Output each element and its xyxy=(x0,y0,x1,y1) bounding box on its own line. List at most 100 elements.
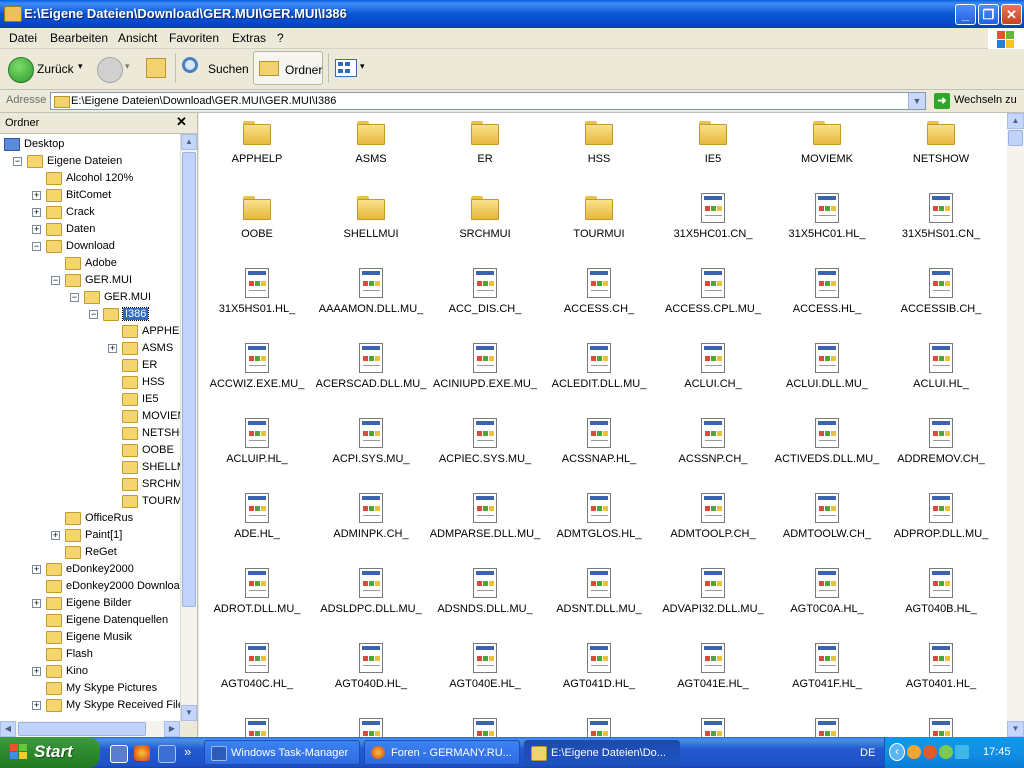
collapse-icon[interactable]: − xyxy=(51,276,60,285)
folder-item[interactable]: IE5 xyxy=(656,115,770,190)
menu-help[interactable]: ? xyxy=(277,31,284,45)
tree-item[interactable]: Adobe xyxy=(0,255,180,272)
go-button[interactable]: ➜ Wechseln zu xyxy=(932,92,1022,110)
views-button[interactable]: ▾ xyxy=(333,51,369,85)
title-bar[interactable]: E:\Eigene Dateien\Download\GER.MUI\GER.M… xyxy=(0,0,1024,28)
file-item[interactable]: ACCESS.HL_ xyxy=(770,265,884,340)
folder-item[interactable]: NETSHOW xyxy=(884,115,998,190)
tray-app-icon[interactable] xyxy=(955,745,969,759)
file-item[interactable]: ACINIUPD.EXE.MU_ xyxy=(428,340,542,415)
file-item[interactable]: ACSSNP.CH_ xyxy=(656,415,770,490)
file-item[interactable] xyxy=(770,715,884,737)
tree-item[interactable]: Flash xyxy=(0,646,180,663)
tree-item[interactable]: OOBE xyxy=(0,442,180,459)
file-item[interactable]: ADMINPK.CH_ xyxy=(314,490,428,565)
collapse-icon[interactable]: − xyxy=(70,293,79,302)
tree-item[interactable]: ReGet xyxy=(0,544,180,561)
file-item[interactable]: ACSSNAP.HL_ xyxy=(542,415,656,490)
tree-item[interactable]: MOVIEMK xyxy=(0,408,180,425)
scroll-down-button[interactable]: ▼ xyxy=(181,705,197,721)
file-item[interactable]: ADSNDS.DLL.MU_ xyxy=(428,565,542,640)
menu-favoriten[interactable]: Favoriten xyxy=(169,31,219,45)
collapse-icon[interactable]: − xyxy=(89,310,98,319)
file-item[interactable]: ADSLDPC.DLL.MU_ xyxy=(314,565,428,640)
tree-item[interactable]: + Eigene Bilder xyxy=(0,595,180,612)
tray-app-icon[interactable] xyxy=(939,745,953,759)
folder-tree-hscrollbar[interactable]: ◀ ▶ xyxy=(0,721,180,737)
tree-item[interactable]: − Eigene Dateien xyxy=(0,153,180,170)
task-button-task-manager[interactable]: Windows Task-Manager xyxy=(204,740,360,765)
folder-item[interactable]: ASMS xyxy=(314,115,428,190)
language-indicator[interactable]: DE xyxy=(860,747,875,759)
expand-icon[interactable]: + xyxy=(32,701,41,710)
file-item[interactable] xyxy=(884,715,998,737)
tree-item[interactable]: + ASMS xyxy=(0,340,180,357)
menu-extras[interactable]: Extras xyxy=(232,31,266,45)
maximize-button[interactable]: ❐ xyxy=(978,4,999,25)
file-item[interactable] xyxy=(314,715,428,737)
file-item[interactable] xyxy=(200,715,314,737)
folder-item[interactable]: MOVIEMK xyxy=(770,115,884,190)
folder-item[interactable]: SRCHMUI xyxy=(428,190,542,265)
folder-tree-vscrollbar[interactable]: ▲ ▼ xyxy=(180,134,197,721)
tree-item[interactable]: Eigene Datenquellen xyxy=(0,612,180,629)
tree-item[interactable]: − Download xyxy=(0,238,180,255)
file-item[interactable]: 31X5HC01.HL_ xyxy=(770,190,884,265)
tree-item[interactable]: My Skype Pictures xyxy=(0,680,180,697)
file-item[interactable]: 31X5HC01.CN_ xyxy=(656,190,770,265)
file-item[interactable]: AGT0401.HL_ xyxy=(884,640,998,715)
scroll-up-button[interactable]: ▲ xyxy=(1007,113,1024,129)
scroll-down-button[interactable]: ▼ xyxy=(1007,721,1024,737)
file-item[interactable]: ACLEDIT.DLL.MU_ xyxy=(542,340,656,415)
tree-item[interactable]: SHELLMUI xyxy=(0,459,180,476)
expand-icon[interactable]: + xyxy=(51,531,60,540)
tree-item[interactable]: NETSHOW xyxy=(0,425,180,442)
tree-item[interactable]: + Daten xyxy=(0,221,180,238)
menu-bearbeiten[interactable]: Bearbeiten xyxy=(50,31,108,45)
file-item[interactable]: ACPI.SYS.MU_ xyxy=(314,415,428,490)
tree-item[interactable]: eDonkey2000 Downloads xyxy=(0,578,180,595)
tree-item[interactable]: − I386 xyxy=(0,306,180,323)
file-item[interactable] xyxy=(542,715,656,737)
file-item[interactable]: 31X5HS01.CN_ xyxy=(884,190,998,265)
file-item[interactable]: ACCESSIB.CH_ xyxy=(884,265,998,340)
expand-icon[interactable]: + xyxy=(32,191,41,200)
scroll-up-button[interactable]: ▲ xyxy=(181,134,197,150)
file-item[interactable]: ACC_DIS.CH_ xyxy=(428,265,542,340)
forward-dropdown-icon[interactable]: ▾ xyxy=(125,61,130,72)
address-dropdown-button[interactable]: ▼ xyxy=(908,93,925,109)
folder-item[interactable]: APPHELP xyxy=(200,115,314,190)
file-item[interactable]: AGT041D.HL_ xyxy=(542,640,656,715)
minimize-button[interactable]: _ xyxy=(955,4,976,25)
scroll-right-button[interactable]: ▶ xyxy=(164,721,180,737)
tree-item[interactable]: HSS xyxy=(0,374,180,391)
back-button[interactable]: Zurück ▾ xyxy=(4,51,88,85)
tree-item[interactable]: − GER.MUI xyxy=(0,289,180,306)
file-item[interactable]: ACLUI.HL_ xyxy=(884,340,998,415)
file-item[interactable]: ACLUI.CH_ xyxy=(656,340,770,415)
file-item[interactable]: AGT040B.HL_ xyxy=(884,565,998,640)
file-item[interactable]: ADSNT.DLL.MU_ xyxy=(542,565,656,640)
file-item[interactable]: ACLUIP.HL_ xyxy=(200,415,314,490)
close-button[interactable]: ✕ xyxy=(1001,4,1022,25)
tree-item[interactable]: + eDonkey2000 xyxy=(0,561,180,578)
menu-ansicht[interactable]: Ansicht xyxy=(118,31,157,45)
file-view-vscrollbar[interactable]: ▲ ▼ xyxy=(1007,113,1024,737)
file-item[interactable]: ADDREMOV.CH_ xyxy=(884,415,998,490)
start-button[interactable]: Start xyxy=(0,737,100,768)
task-button-browser[interactable]: Foren - GERMANY.RU... xyxy=(364,740,520,765)
file-item[interactable]: ADE.HL_ xyxy=(200,490,314,565)
back-dropdown-icon[interactable]: ▾ xyxy=(78,61,83,72)
file-view[interactable]: APPHELP ASMS ER HSS IE5 MOVIEMK NETSHOW OOBE SHE… xyxy=(199,113,1007,737)
file-item[interactable] xyxy=(656,715,770,737)
search-button[interactable]: Suchen xyxy=(180,51,249,85)
file-item[interactable]: AGT041E.HL_ xyxy=(656,640,770,715)
tray-app-icon[interactable] xyxy=(923,745,937,759)
folder-tree[interactable]: Desktop − Eigene Dateien Alcohol 120% + BitCo… xyxy=(0,134,180,721)
file-item[interactable]: AGT041F.HL_ xyxy=(770,640,884,715)
file-item[interactable]: 31X5HS01.HL_ xyxy=(200,265,314,340)
file-item[interactable]: ADMTOOLP.CH_ xyxy=(656,490,770,565)
tree-item[interactable]: IE5 xyxy=(0,391,180,408)
tree-item[interactable]: + My Skype Received Files xyxy=(0,697,180,714)
tree-item[interactable]: − GER.MUI xyxy=(0,272,180,289)
